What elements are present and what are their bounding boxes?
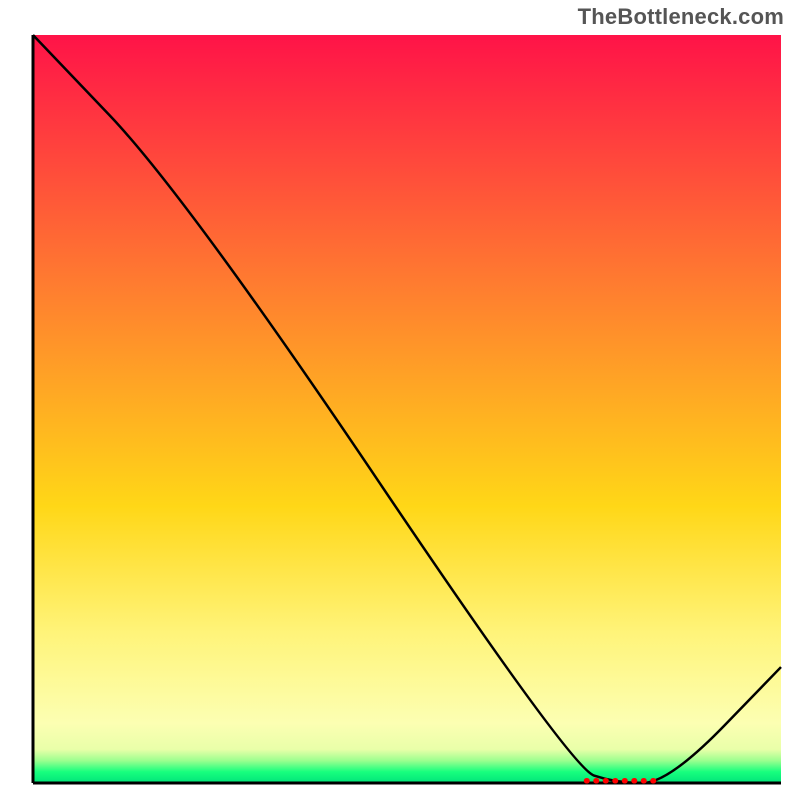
plot-background <box>33 35 781 783</box>
bottleneck-chart <box>0 0 800 800</box>
chart-container: TheBottleneck.com <box>0 0 800 800</box>
